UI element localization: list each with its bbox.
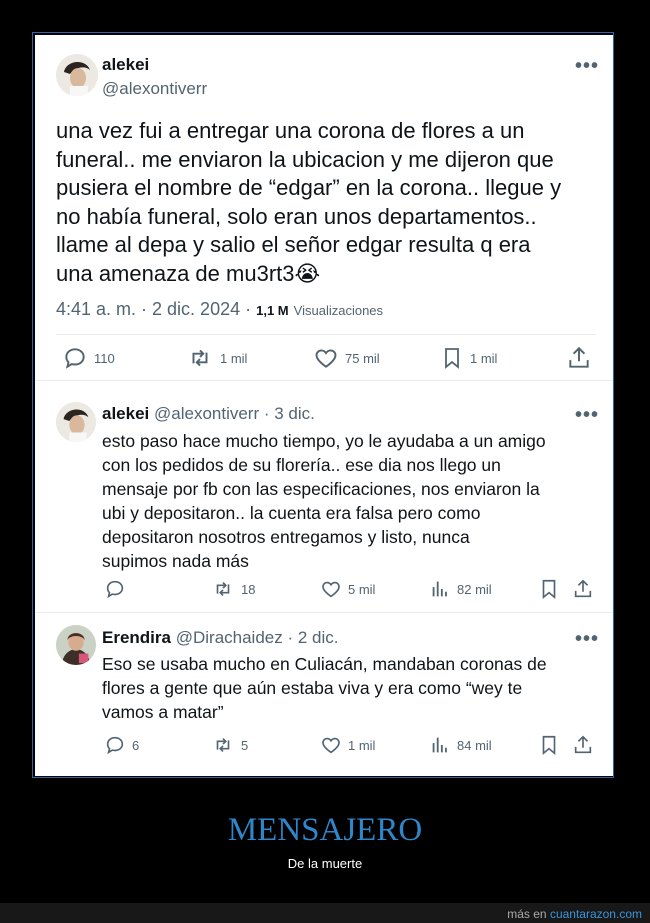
reply-icon — [106, 736, 124, 755]
footer-site-link[interactable]: cuantarazon.com — [550, 907, 642, 921]
divider — [35, 380, 613, 381]
reply-author-name[interactable]: Erendira — [102, 628, 171, 647]
views-count: 84 mil — [457, 737, 492, 753]
more-options-icon[interactable]: ••• — [575, 404, 599, 427]
retweet-count: 1 mil — [220, 350, 248, 366]
avatar-image — [56, 402, 96, 442]
retweet-icon — [216, 737, 230, 753]
caption-title: MENSAJERO — [227, 812, 423, 848]
site-footer: más en cuantarazon.com — [0, 903, 650, 923]
divider — [35, 612, 613, 613]
share-icon — [574, 579, 592, 598]
reply-count: 110 — [94, 350, 115, 366]
tweet-card: alekei @alexontiverr ••• una vez fui a e… — [35, 35, 613, 776]
reply-icon — [65, 348, 85, 369]
views-label: Visualizaciones — [293, 303, 384, 318]
retweet-count: 18 — [241, 581, 256, 597]
tweet-text: una vez fui a entregar una corona de flo… — [56, 118, 562, 286]
views-button[interactable]: 82 mil — [429, 578, 492, 600]
reply-button[interactable]: 110 — [62, 345, 115, 371]
bookmark-icon — [445, 348, 459, 369]
more-options-icon[interactable]: ••• — [575, 628, 599, 651]
reply-text: esto paso hace mucho tiempo, yo le ayuda… — [102, 431, 546, 571]
bookmark-icon — [542, 735, 556, 756]
share-button[interactable] — [572, 578, 594, 600]
bookmark-button[interactable] — [538, 734, 560, 756]
more-options-icon[interactable]: ••• — [575, 55, 599, 78]
reply-header: Erendira @Dirachaidez · 2 dic. — [102, 628, 338, 648]
retweet-button[interactable]: 5 — [211, 734, 248, 756]
avatar-erendira[interactable] — [56, 625, 96, 665]
author-name[interactable]: alekei — [102, 55, 149, 75]
retweet-icon — [216, 581, 230, 597]
like-button[interactable]: 75 mil — [313, 345, 380, 371]
retweet-button[interactable]: 18 — [211, 578, 255, 600]
heart-icon — [322, 737, 340, 754]
reply-button[interactable]: 6 — [104, 734, 139, 756]
views-icon — [432, 581, 447, 597]
share-icon — [569, 346, 589, 368]
like-count: 5 mil — [348, 581, 376, 597]
bookmark-count: 1 mil — [470, 350, 498, 366]
reply-author-handle[interactable]: @alexontiverr · 3 dic. — [154, 404, 315, 423]
retweet-button[interactable]: 1 mil — [186, 345, 247, 371]
divider — [56, 334, 596, 335]
caption-subtitle: De la muerte — [287, 856, 363, 871]
tweet-timestamp[interactable]: 4:41 a. m. · 2 dic. 2024 · — [56, 299, 251, 319]
heart-icon — [322, 581, 340, 598]
bookmark-button[interactable]: 1 mil — [440, 345, 497, 371]
retweet-count: 5 — [241, 737, 249, 753]
like-button[interactable]: 5 mil — [320, 578, 375, 600]
views-count: 1,1 M — [256, 303, 289, 318]
tweet-meta: 4:41 a. m. · 2 dic. 2024 · 1,1 M Visuali… — [56, 299, 383, 320]
share-button[interactable] — [572, 734, 594, 756]
retweet-icon — [192, 349, 208, 367]
reply-author-handle[interactable]: @Dirachaidez · 2 dic. — [176, 628, 339, 647]
views-count: 82 mil — [457, 581, 492, 597]
avatar-image — [56, 54, 98, 96]
like-count: 1 mil — [348, 737, 376, 753]
avatar-image — [56, 625, 96, 665]
like-button[interactable]: 1 mil — [320, 734, 375, 756]
reply-button[interactable] — [104, 578, 126, 600]
reply-text: Eso se usaba mucho en Culiacán, mandaban… — [102, 654, 547, 722]
views-icon — [432, 737, 447, 753]
reply-icon — [106, 580, 124, 599]
bookmark-icon — [542, 579, 556, 600]
footer-credit: más en cuantarazon.com — [507, 907, 642, 921]
reply-header: alekei @alexontiverr · 3 dic. — [102, 404, 315, 424]
share-button[interactable] — [566, 345, 592, 371]
avatar-alekei-reply[interactable] — [56, 402, 96, 442]
reply-author-name[interactable]: alekei — [102, 404, 149, 423]
bookmark-button[interactable] — [538, 578, 560, 600]
avatar-alekei[interactable] — [56, 54, 98, 96]
reply-count: 6 — [132, 737, 140, 753]
footer-prefix: más en — [507, 907, 547, 921]
views-button[interactable]: 84 mil — [429, 734, 492, 756]
share-icon — [574, 735, 592, 754]
like-count: 75 mil — [345, 350, 380, 366]
author-handle[interactable]: @alexontiverr — [102, 79, 207, 99]
heart-icon — [315, 349, 337, 368]
